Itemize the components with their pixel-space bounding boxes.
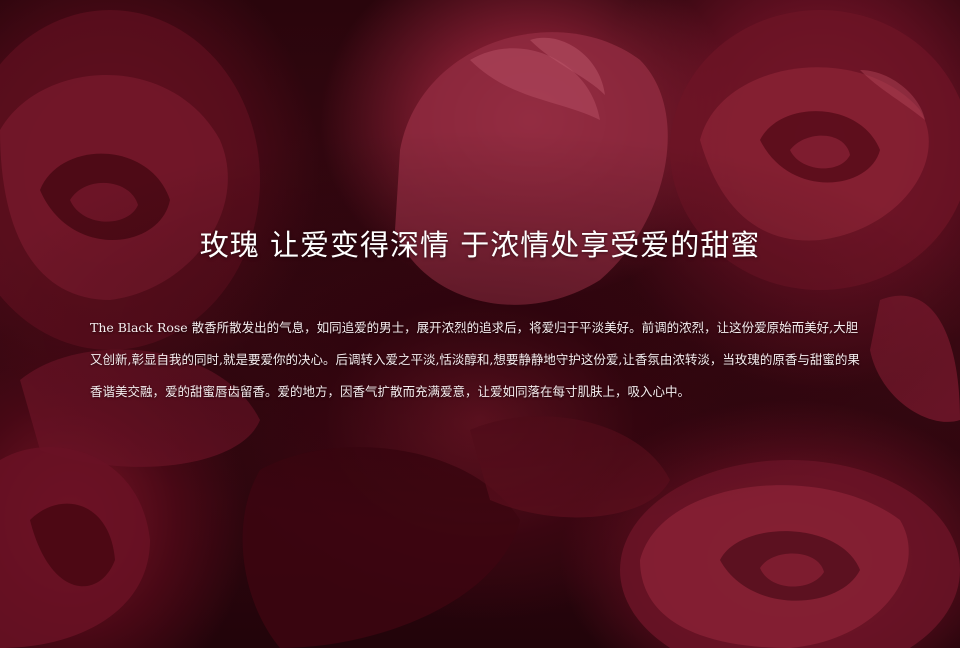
- hero-banner: 玫瑰 让爱变得深情 于浓情处享受爱的甜蜜 The Black Rose 散香所散…: [0, 0, 960, 648]
- page-title: 玫瑰 让爱变得深情 于浓情处享受爱的甜蜜: [199, 228, 761, 262]
- description-paragraph: The Black Rose 散香所散发出的气息，如同追爱的男士，展开浓烈的追求…: [90, 320, 860, 399]
